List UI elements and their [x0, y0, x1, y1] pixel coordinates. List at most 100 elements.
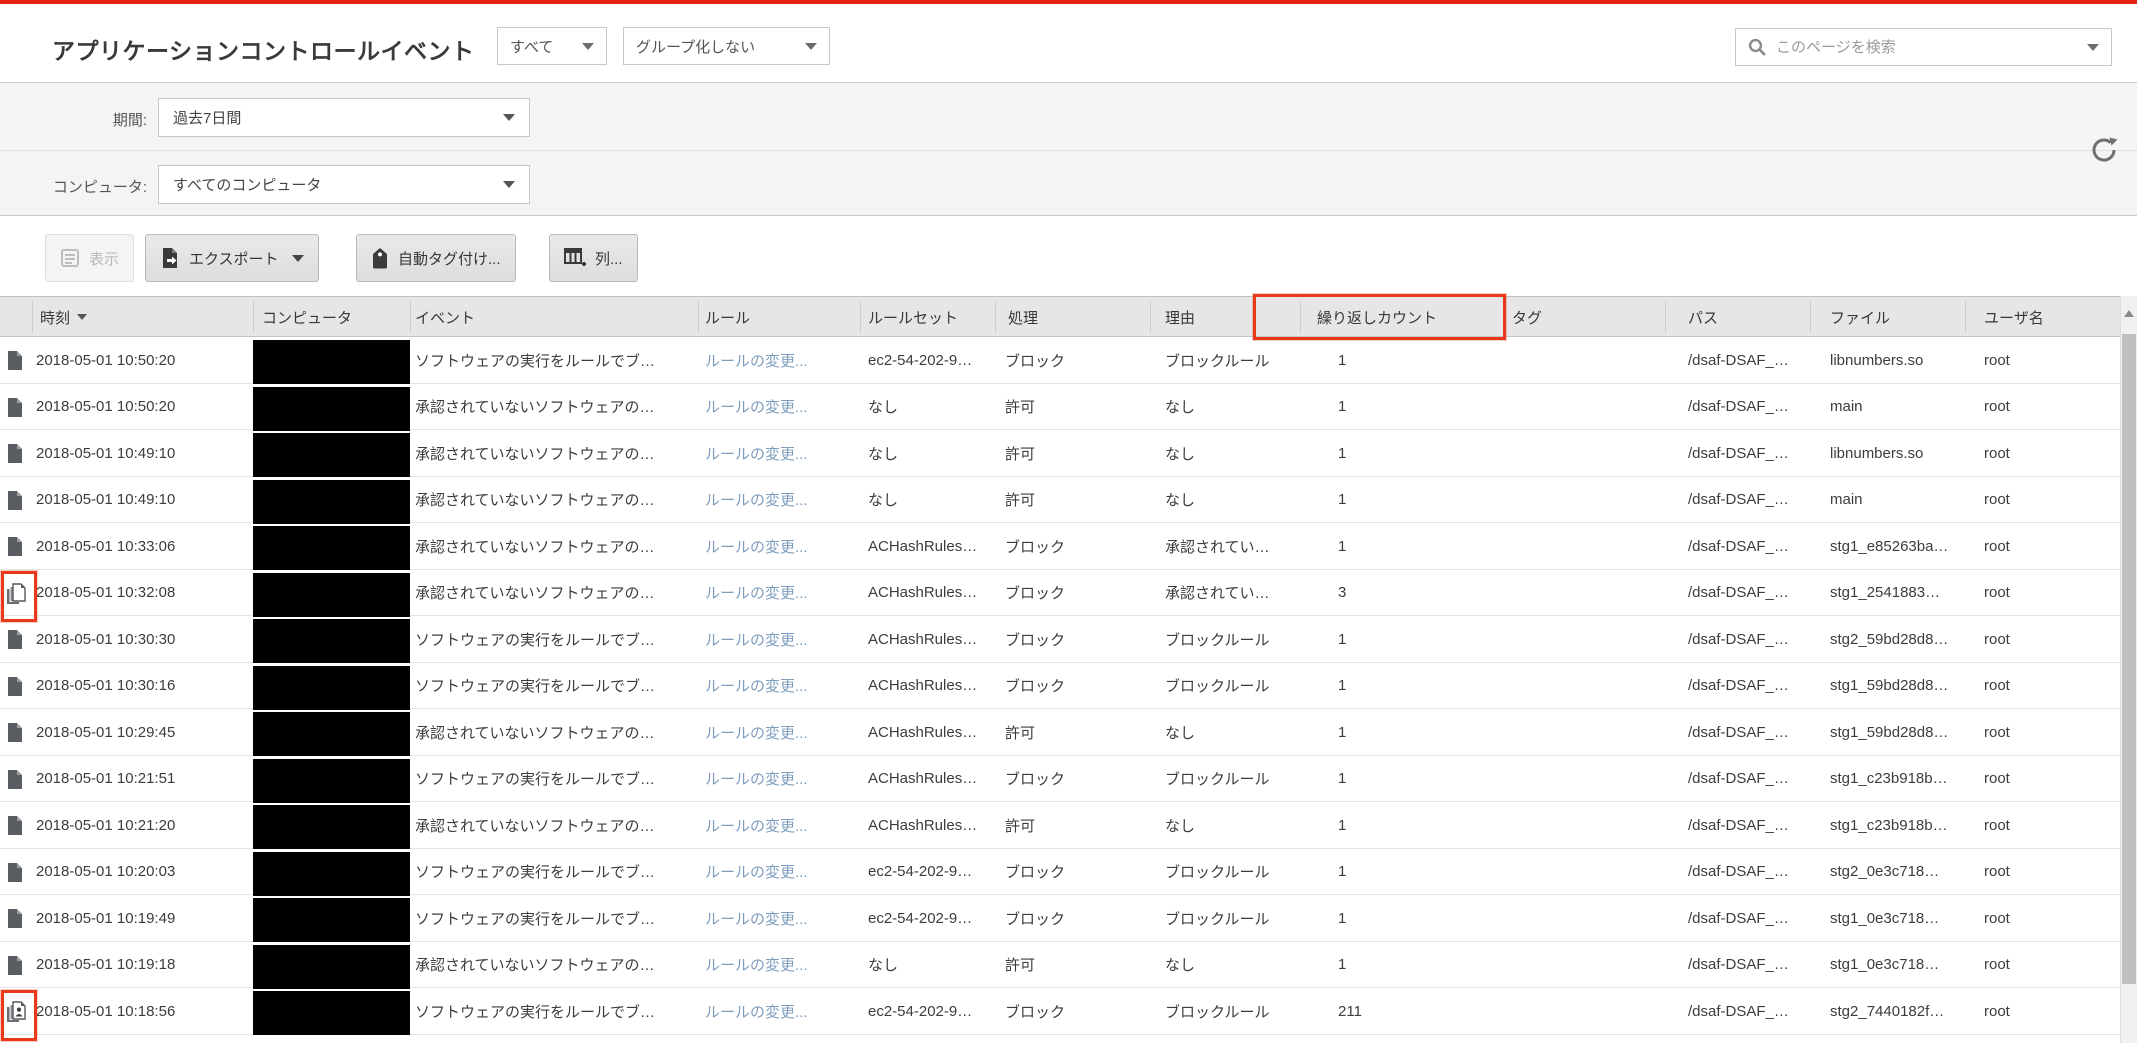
computer-value: すべてのコンピュータ — [173, 174, 321, 195]
rule-change-link[interactable]: ルールの変更... — [705, 477, 808, 523]
column-header-rule[interactable]: ルール — [705, 297, 750, 337]
auto-tag-button[interactable]: 自動タグ付け... — [356, 234, 516, 282]
cell-event: 承認されていないソフトウェアの… — [415, 384, 655, 430]
search-box[interactable] — [1735, 28, 2112, 66]
table-row[interactable]: 2018-05-01 10:21:20承認されていないソフトウェアの…ルールの変… — [0, 802, 2120, 849]
column-header-file[interactable]: ファイル — [1830, 297, 1890, 337]
scroll-up-arrow-icon[interactable] — [2124, 310, 2134, 317]
table-row[interactable]: 2018-05-01 10:50:20ソフトウェアの実行をルールでブ…ルールの変… — [0, 337, 2120, 384]
table-row[interactable]: 2018-05-01 10:30:30ソフトウェアの実行をルールでブ…ルールの変… — [0, 616, 2120, 663]
table-row[interactable]: 2018-05-01 10:33:06承認されていないソフトウェアの…ルールの変… — [0, 523, 2120, 570]
cell-path: /dsaf-DSAF_… — [1688, 570, 1789, 616]
cell-reason: 承認されてい… — [1165, 570, 1270, 616]
columns-button[interactable]: 列... — [549, 234, 638, 282]
cell-file: stg1_c23b918b… — [1830, 756, 1948, 802]
event-document-icon — [6, 397, 28, 419]
computer-dropdown[interactable]: すべてのコンピュータ — [158, 165, 530, 204]
cell-event: ソフトウェアの実行をルールでブ… — [415, 756, 655, 802]
cell-ruleset: ec2-54-202-9… — [868, 895, 972, 941]
rule-change-link[interactable]: ルールの変更... — [705, 756, 808, 802]
rule-change-link[interactable]: ルールの変更... — [705, 988, 808, 1034]
column-header-event[interactable]: イベント — [415, 297, 475, 337]
table-row[interactable]: 2018-05-01 10:49:10承認されていないソフトウェアの…ルールの変… — [0, 477, 2120, 524]
column-header-count[interactable]: 繰り返しカウント — [1317, 297, 1437, 337]
cell-action: 許可 — [1005, 709, 1035, 755]
cell-path: /dsaf-DSAF_… — [1688, 709, 1789, 755]
table-row[interactable]: 2018-05-01 10:49:10承認されていないソフトウェアの…ルールの変… — [0, 430, 2120, 477]
rule-change-link[interactable]: ルールの変更... — [705, 337, 808, 383]
view-details-icon — [60, 248, 80, 268]
period-value: 過去7日間 — [173, 107, 241, 128]
period-dropdown[interactable]: 過去7日間 — [158, 98, 530, 137]
column-header-label: パス — [1688, 307, 1718, 328]
cell-count: 1 — [1338, 895, 1346, 941]
rule-change-link[interactable]: ルールの変更... — [705, 709, 808, 755]
column-header-tag[interactable]: タグ — [1512, 297, 1542, 337]
table-row[interactable]: 2018-05-01 10:19:49ソフトウェアの実行をルールでブ…ルールの変… — [0, 895, 2120, 942]
table-row[interactable]: 2018-05-01 10:21:51ソフトウェアの実行をルールでブ…ルールの変… — [0, 756, 2120, 803]
export-button[interactable]: エクスポート — [145, 234, 319, 282]
search-input[interactable] — [1774, 38, 2087, 57]
severity-filter-dropdown[interactable]: すべて — [497, 27, 607, 65]
refresh-button[interactable] — [2086, 132, 2122, 168]
cell-path: /dsaf-DSAF_… — [1688, 337, 1789, 383]
rule-change-link[interactable]: ルールの変更... — [705, 384, 808, 430]
rule-change-link[interactable]: ルールの変更... — [705, 1035, 808, 1043]
column-header-time[interactable]: 時刻 — [40, 297, 87, 337]
table-row[interactable]: 2018-05-01 10:30:16ソフトウェアの実行をルールでブ…ルールの変… — [0, 663, 2120, 710]
rule-change-link[interactable]: ルールの変更... — [705, 663, 808, 709]
filter-row-divider — [0, 150, 2137, 151]
scrollbar-thumb[interactable] — [2122, 334, 2136, 984]
column-divider — [253, 301, 254, 333]
rule-change-link[interactable]: ルールの変更... — [705, 942, 808, 988]
cell-path: /dsaf-DSAF_… — [1688, 477, 1789, 523]
cell-reason: ブロックルール — [1165, 849, 1270, 895]
vertical-scrollbar[interactable] — [2120, 296, 2137, 1043]
table-row[interactable]: ソフトウェアの実行をルールでブ…ルールの変更... — [0, 1035, 2120, 1043]
view-button[interactable]: 表示 — [45, 234, 134, 282]
rule-change-link[interactable]: ルールの変更... — [705, 430, 808, 476]
cell-ruleset: なし — [868, 430, 898, 476]
column-header-computer[interactable]: コンピュータ — [262, 297, 352, 337]
cell-file: main — [1830, 477, 1863, 523]
column-divider — [1150, 301, 1151, 333]
cell-file: stg2_0e3c718… — [1830, 849, 1939, 895]
refresh-icon — [2089, 135, 2119, 165]
cell-user: root — [1984, 337, 2010, 383]
cell-time: 2018-05-01 10:49:10 — [36, 477, 175, 523]
table-row[interactable]: 2018-05-01 10:18:56ソフトウェアの実行をルールでブ…ルールの変… — [0, 988, 2120, 1035]
column-header-label: ユーザ名 — [1984, 307, 2044, 328]
column-header-path[interactable]: パス — [1688, 297, 1718, 337]
column-header-reason[interactable]: 理由 — [1165, 297, 1195, 337]
column-header-user[interactable]: ユーザ名 — [1984, 297, 2044, 337]
cell-ruleset: ec2-54-202-9… — [868, 337, 972, 383]
cell-count: 1 — [1338, 802, 1346, 848]
rule-change-link[interactable]: ルールの変更... — [705, 895, 808, 941]
table-row[interactable]: 2018-05-01 10:29:45承認されていないソフトウェアの…ルールの変… — [0, 709, 2120, 756]
cell-user: root — [1984, 570, 2010, 616]
column-divider — [995, 301, 996, 333]
cell-ruleset: ACHashRules… — [868, 616, 977, 662]
table-row[interactable]: 2018-05-01 10:50:20承認されていないソフトウェアの…ルールの変… — [0, 384, 2120, 431]
grouping-dropdown[interactable]: グループ化しない — [623, 27, 830, 65]
rule-change-link[interactable]: ルールの変更... — [705, 523, 808, 569]
cell-user: root — [1984, 802, 2010, 848]
cell-action: ブロック — [1005, 756, 1065, 802]
column-header-ruleset[interactable]: ルールセット — [868, 297, 958, 337]
grouped-events-icon — [6, 583, 28, 605]
cell-file: stg1_2541883… — [1830, 570, 1940, 616]
cell-event: ソフトウェアの実行をルールでブ… — [415, 895, 655, 941]
cell-event: 承認されていないソフトウェアの… — [415, 802, 655, 848]
rule-change-link[interactable]: ルールの変更... — [705, 570, 808, 616]
cell-action: ブロック — [1005, 337, 1065, 383]
rule-change-link[interactable]: ルールの変更... — [705, 616, 808, 662]
search-options-caret-icon[interactable] — [2087, 44, 2099, 51]
table-row[interactable]: 2018-05-01 10:32:08承認されていないソフトウェアの…ルールの変… — [0, 570, 2120, 617]
rule-change-link[interactable]: ルールの変更... — [705, 802, 808, 848]
chevron-down-icon — [292, 255, 304, 262]
cell-reason: なし — [1165, 430, 1195, 476]
rule-change-link[interactable]: ルールの変更... — [705, 849, 808, 895]
table-row[interactable]: 2018-05-01 10:20:03ソフトウェアの実行をルールでブ…ルールの変… — [0, 849, 2120, 896]
table-row[interactable]: 2018-05-01 10:19:18承認されていないソフトウェアの…ルールの変… — [0, 942, 2120, 989]
column-header-action[interactable]: 処理 — [1008, 297, 1038, 337]
